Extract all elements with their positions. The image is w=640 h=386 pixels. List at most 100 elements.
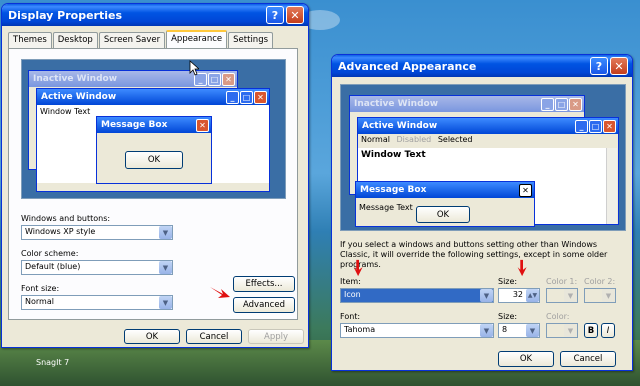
preview-ok-button: OK <box>125 151 183 169</box>
red-arrow-icon <box>517 259 527 277</box>
font-value: Tahoma <box>344 325 376 334</box>
adv-inactive-titlebar: Inactive Window _ □ ✕ <box>350 96 584 112</box>
close-icon: ✕ <box>569 97 582 111</box>
ok-button[interactable]: OK <box>124 329 180 344</box>
color-scheme-value: Default (blue) <box>25 262 81 271</box>
chevron-down-icon[interactable]: ▼ <box>564 289 577 302</box>
preview-active-title: Active Window <box>41 92 117 102</box>
tab-strip: Themes Desktop Screen Saver Appearance S… <box>8 30 274 48</box>
chevron-down-icon[interactable]: ▼ <box>159 261 172 274</box>
cancel-button[interactable]: Cancel <box>186 329 242 344</box>
appearance-preview: Inactive Window _ □ ✕ Active Window _ □ … <box>21 59 286 199</box>
minimize-icon: _ <box>575 119 588 133</box>
adv-message-title: Message Box <box>360 185 427 195</box>
info-text: If you select a windows and buttons sett… <box>340 240 608 269</box>
tab-themes[interactable]: Themes <box>8 32 52 48</box>
preview-message-titlebar: Message Box ✕ <box>97 117 211 133</box>
close-icon: ✕ <box>603 119 616 133</box>
color1-label: Color 1: <box>546 277 578 286</box>
close-icon: ✕ <box>222 72 235 86</box>
advanced-preview: Inactive Window _ □ ✕ Active Window _ □ … <box>340 84 626 231</box>
menu-selected: Selected <box>437 135 473 144</box>
minimize-icon: _ <box>541 97 554 111</box>
taskbar-snagit-label[interactable]: SnagIt 7 <box>36 358 69 367</box>
adv-cancel-button[interactable]: Cancel <box>560 351 616 367</box>
font-size-select[interactable]: 8 ▼ <box>498 323 540 338</box>
item-label: Item: <box>340 277 361 286</box>
chevron-down-icon[interactable]: ▼ <box>564 324 577 337</box>
chevron-down-icon[interactable]: ▼ <box>480 289 493 302</box>
close-button[interactable]: ✕ <box>610 57 628 75</box>
font-select[interactable]: Tahoma ▼ <box>340 323 494 338</box>
window-title: Display Properties <box>8 8 123 22</box>
preview-active-titlebar: Active Window _ □ ✕ <box>37 89 269 105</box>
color-label: Color: <box>546 312 570 321</box>
display-properties-titlebar[interactable]: Display Properties ? ✕ <box>2 4 308 26</box>
adv-message-text: Message Text <box>359 203 413 212</box>
close-icon: ✕ <box>519 183 532 197</box>
advanced-appearance-window: Advanced Appearance ? ✕ Inactive Window … <box>331 54 633 371</box>
help-button[interactable]: ? <box>590 57 608 75</box>
color2-label: Color 2: <box>584 277 616 286</box>
apply-button[interactable]: Apply <box>248 329 304 344</box>
font-color-select[interactable]: ▼ <box>546 323 578 338</box>
font-size-value: Normal <box>25 297 54 306</box>
tab-screen-saver[interactable]: Screen Saver <box>98 32 166 48</box>
adv-message-box: Message Box ✕ Message Text OK <box>355 181 535 227</box>
size-label: Size: <box>498 277 518 286</box>
preview-inactive-title: Inactive Window <box>33 74 118 84</box>
adv-inactive-title: Inactive Window <box>354 99 439 109</box>
close-icon: ✕ <box>254 90 267 104</box>
color2-select[interactable]: ▼ <box>584 288 616 303</box>
font-label: Font: <box>340 312 361 321</box>
minimize-icon: _ <box>226 90 239 104</box>
size-value: 32 <box>512 290 523 299</box>
color1-select[interactable]: ▼ <box>546 288 578 303</box>
color-scheme-label: Color scheme: <box>21 249 79 258</box>
chevron-down-icon[interactable]: ▼ <box>602 289 615 302</box>
menu-normal: Normal <box>361 135 390 144</box>
adv-preview-ok-button: OK <box>416 206 470 223</box>
chevron-down-icon[interactable]: ▼ <box>159 226 172 239</box>
preview-inactive-titlebar: Inactive Window _ □ ✕ <box>29 71 237 87</box>
adv-scrollbar[interactable] <box>606 148 617 224</box>
size-spinner[interactable]: 32 ▲▼ <box>498 288 540 303</box>
mouse-cursor-icon <box>189 60 199 76</box>
advanced-appearance-titlebar[interactable]: Advanced Appearance ? ✕ <box>332 55 632 77</box>
tab-appearance[interactable]: Appearance <box>166 30 228 48</box>
chevron-down-icon[interactable]: ▼ <box>159 296 172 309</box>
chevron-down-icon[interactable]: ▼ <box>526 324 539 337</box>
spinner-icon[interactable]: ▲▼ <box>526 289 539 302</box>
maximize-icon: □ <box>555 97 568 111</box>
adv-active-titlebar: Active Window _ □ ✕ <box>358 118 618 134</box>
help-button[interactable]: ? <box>266 6 284 24</box>
italic-button[interactable]: I <box>601 323 615 338</box>
font-size-label: Size: <box>498 312 518 321</box>
advanced-button[interactable]: Advanced <box>233 297 295 313</box>
close-button[interactable]: ✕ <box>286 6 304 24</box>
appearance-panel: Inactive Window _ □ ✕ Active Window _ □ … <box>8 48 298 320</box>
display-properties-window: Display Properties ? ✕ Themes Desktop Sc… <box>1 3 309 348</box>
windows-and-buttons-value: Windows XP style <box>25 227 96 236</box>
chevron-down-icon[interactable]: ▼ <box>480 324 493 337</box>
adv-ok-button[interactable]: OK <box>498 351 554 367</box>
maximize-icon: □ <box>240 90 253 104</box>
maximize-icon: □ <box>589 119 602 133</box>
tab-settings[interactable]: Settings <box>228 32 274 48</box>
font-size-label: Font size: <box>21 284 60 293</box>
close-icon: ✕ <box>196 118 209 132</box>
windows-and-buttons-select[interactable]: Windows XP style ▼ <box>21 225 173 240</box>
advanced-window-title: Advanced Appearance <box>338 59 477 73</box>
color-scheme-select[interactable]: Default (blue) ▼ <box>21 260 173 275</box>
item-value: Icon <box>344 290 361 299</box>
red-arrow-icon <box>353 259 363 277</box>
preview-message-title: Message Box <box>101 120 168 130</box>
effects-button[interactable]: Effects... <box>233 276 295 292</box>
item-select[interactable]: Icon ▼ <box>340 288 494 303</box>
adv-active-title: Active Window <box>362 121 438 131</box>
tab-desktop[interactable]: Desktop <box>52 32 98 48</box>
bold-button[interactable]: B <box>584 323 598 338</box>
font-size-select[interactable]: Normal ▼ <box>21 295 173 310</box>
menu-disabled: Disabled <box>396 135 432 144</box>
adv-message-titlebar: Message Box ✕ <box>356 182 534 198</box>
